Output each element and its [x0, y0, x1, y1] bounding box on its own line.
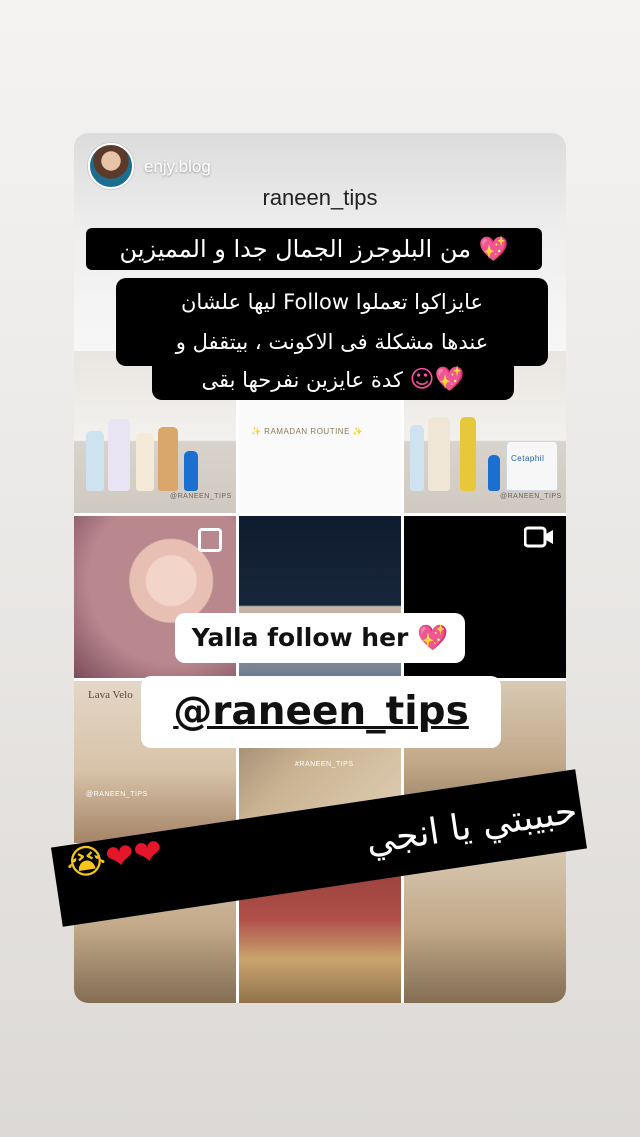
- caption-text: عندها مشكلة فى الاكونت ، بيتقفل و: [175, 330, 489, 354]
- post-caption: @RANEEN_TIPS: [500, 493, 562, 500]
- sparkle-heart-icon: 💖: [478, 235, 509, 263]
- heart-smile-icon: 💖☺: [409, 365, 465, 393]
- cetaphil-label: Cetaphil: [511, 454, 545, 463]
- bottle-shape: [86, 431, 104, 491]
- yalla-follow-sticker: Yalla follow her 💖: [175, 613, 465, 663]
- caption-text: من البلوجرز الجمال جدا و المميزين: [119, 235, 471, 263]
- post-caption: @RANEEN_TIPS: [170, 493, 232, 500]
- post-caption: @RANEEN_TIPS: [86, 791, 148, 798]
- bottle-shape: [488, 455, 500, 491]
- caption-text: عايزاكوا تعملوا Follow ليها علشان: [180, 290, 484, 314]
- bottle-shape: [410, 425, 424, 491]
- bottle-shape: [184, 451, 198, 491]
- post-caption: #RANEEN_TIPS: [295, 761, 354, 768]
- brand-label: Lava Velo: [88, 689, 133, 701]
- bottle-shape: [460, 417, 476, 491]
- profile-username[interactable]: raneen_tips: [74, 185, 566, 211]
- arabic-caption-line-2: عايزاكوا تعملوا Follow ليها علشان عندها …: [116, 278, 548, 366]
- crying-face-icon: 😭: [63, 839, 109, 885]
- mention-link[interactable]: @raneen_tips: [173, 689, 469, 734]
- arabic-caption-line-1: 💖 من البلوجرز الجمال جدا و المميزين: [86, 228, 542, 270]
- ramadan-label: ✨ RAMADAN ROUTINE ✨: [251, 427, 364, 436]
- heart-icon: ❤❤: [102, 831, 166, 880]
- caption-text: كدة عايزين نفرحها بقى: [201, 368, 403, 392]
- bottle-shape: [158, 427, 178, 491]
- carousel-icon: [198, 528, 222, 552]
- bottle-shape: [136, 433, 154, 491]
- mention-sticker[interactable]: @raneen_tips: [141, 676, 501, 748]
- video-icon: [524, 526, 553, 548]
- bottle-shape: [108, 419, 130, 491]
- cetaphil-jar: Cetaphil: [506, 441, 558, 491]
- avatar[interactable]: [88, 143, 134, 189]
- arabic-caption-line-3: 💖☺ كدة عايزين نفرحها بقى: [152, 358, 514, 400]
- bottle-shape: [428, 417, 450, 491]
- mention-username[interactable]: enjy.blog: [144, 157, 211, 177]
